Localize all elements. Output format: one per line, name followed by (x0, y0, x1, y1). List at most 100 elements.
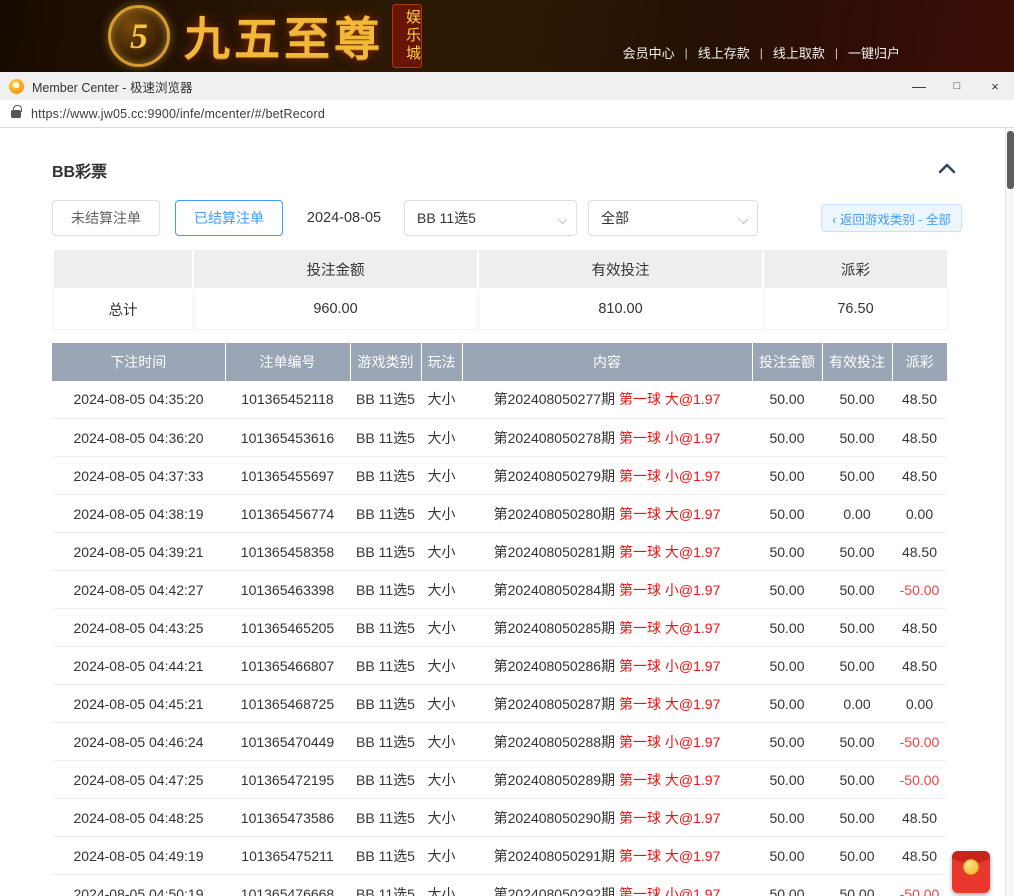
cell-game: BB 11选5 (350, 837, 421, 875)
period-text: 第202408050292期 (494, 886, 615, 896)
cell-order_id: 101365472195 (225, 761, 350, 799)
table-row: 2024-08-05 04:46:24101365470449BB 11选5大小… (52, 723, 947, 761)
cell-valid: 50.00 (822, 723, 892, 761)
cell-valid: 50.00 (822, 571, 892, 609)
cell-play: 大小 (421, 875, 462, 896)
screen: 5 九五至尊 娱乐城 会员中心 | 线上存款 | 线上取款 | 一键归户 Mem… (0, 0, 1014, 896)
cell-play: 大小 (421, 571, 462, 609)
cell-play: 大小 (421, 495, 462, 533)
cell-payout: 48.50 (892, 419, 947, 457)
cell-bet: 50.00 (752, 419, 822, 457)
cell-payout: -50.00 (892, 761, 947, 799)
collapse-chevron-up-icon[interactable] (932, 159, 962, 181)
nav-online-withdraw[interactable]: 线上取款 (773, 43, 825, 62)
summary-header-bet: 投注金额 (193, 249, 478, 289)
period-text: 第202408050285期 (494, 620, 615, 636)
back-to-category-button[interactable]: ‹ 返回游戏类别 - 全部 (821, 204, 962, 232)
browser-urlbar[interactable]: https://www.jw05.cc:9900/infe/mcenter/#/… (0, 100, 1014, 128)
cell-order_id: 101365456774 (225, 495, 350, 533)
table-row: 2024-08-05 04:44:21101365466807BB 11选5大小… (52, 647, 947, 685)
cell-game: BB 11选5 (350, 875, 421, 896)
red-envelope-icon[interactable] (952, 851, 990, 893)
cell-order_id: 101365473586 (225, 799, 350, 837)
summary-total-label: 总计 (53, 289, 193, 329)
period-text: 第202408050288期 (494, 734, 615, 750)
logo-badge: 娱乐城 (392, 4, 422, 68)
cell-game: BB 11选5 (350, 533, 421, 571)
cell-play: 大小 (421, 685, 462, 723)
cell-bet: 50.00 (752, 533, 822, 571)
cell-play: 大小 (421, 419, 462, 457)
panel-title: BB彩票 (52, 158, 107, 182)
column-header: 有效投注 (822, 343, 892, 381)
pick-text: 第一球 大@1.97 (619, 506, 720, 522)
url-text[interactable]: https://www.jw05.cc:9900/infe/mcenter/#/… (31, 107, 325, 121)
cell-valid: 50.00 (822, 647, 892, 685)
nav-separator: | (835, 46, 838, 60)
cell-valid: 50.00 (822, 837, 892, 875)
table-row: 2024-08-05 04:42:27101365463398BB 11选5大小… (52, 571, 947, 609)
table-row: 2024-08-05 04:45:21101365468725BB 11选5大小… (52, 685, 947, 723)
cell-time: 2024-08-05 04:37:33 (52, 457, 225, 495)
cell-bet: 50.00 (752, 875, 822, 896)
cell-time: 2024-08-05 04:43:25 (52, 609, 225, 647)
cell-time: 2024-08-05 04:48:25 (52, 799, 225, 837)
pick-text: 第一球 小@1.97 (619, 468, 720, 484)
cell-valid: 50.00 (822, 799, 892, 837)
cell-time: 2024-08-05 04:44:21 (52, 647, 225, 685)
cell-valid: 50.00 (822, 381, 892, 419)
period-text: 第202408050280期 (494, 506, 615, 522)
table-row: 2024-08-05 04:47:25101365472195BB 11选5大小… (52, 761, 947, 799)
date-picker[interactable]: 2024-08-05 (299, 210, 389, 226)
nav-separator: | (685, 46, 688, 60)
site-logo: 5 九五至尊 娱乐城 (108, 3, 422, 69)
scrollbar-track[interactable] (1005, 128, 1014, 896)
cell-bet: 50.00 (752, 495, 822, 533)
table-row: 2024-08-05 04:49:19101365475211BB 11选5大小… (52, 837, 947, 875)
scrollbar-thumb[interactable] (1007, 131, 1014, 189)
scope-select[interactable]: 全部 (588, 200, 758, 236)
cell-content: 第202408050287期第一球 大@1.97 (462, 685, 752, 723)
game-select[interactable]: BB 11选5 (404, 200, 577, 236)
cell-payout: 0.00 (892, 495, 947, 533)
nav-online-deposit[interactable]: 线上存款 (698, 43, 750, 62)
period-text: 第202408050281期 (494, 544, 615, 560)
cell-game: BB 11选5 (350, 571, 421, 609)
cell-bet: 50.00 (752, 799, 822, 837)
cell-bet: 50.00 (752, 723, 822, 761)
unsettled-bets-button[interactable]: 未结算注单 (52, 200, 160, 236)
filter-bar: 未结算注单 已结算注单 2024-08-05 BB 11选5 全部 ‹ 返回游戏… (52, 200, 962, 236)
cell-order_id: 101365458358 (225, 533, 350, 571)
summary-total-row: 总计 960.00 810.00 76.50 (53, 289, 948, 329)
nav-one-key-transfer[interactable]: 一键归户 (848, 43, 900, 62)
logo-symbol: 5 (130, 15, 148, 57)
maximize-button[interactable]: □ (938, 72, 976, 100)
cell-bet: 50.00 (752, 571, 822, 609)
cell-order_id: 101365463398 (225, 571, 350, 609)
pick-text: 第一球 小@1.97 (619, 582, 720, 598)
chevron-down-icon (557, 214, 567, 224)
table-row: 2024-08-05 04:43:25101365465205BB 11选5大小… (52, 609, 947, 647)
pick-text: 第一球 大@1.97 (619, 848, 720, 864)
cell-content: 第202408050292期第一球 小@1.97 (462, 875, 752, 896)
bet-table-header-row: 下注时间注单编号游戏类别玩法内容投注金额有效投注派彩 (52, 343, 947, 381)
cell-content: 第202408050285期第一球 大@1.97 (462, 609, 752, 647)
column-header: 注单编号 (225, 343, 350, 381)
cell-time: 2024-08-05 04:38:19 (52, 495, 225, 533)
column-header: 派彩 (892, 343, 947, 381)
period-text: 第202408050278期 (494, 430, 615, 446)
minimize-button[interactable]: — (900, 72, 938, 100)
cell-bet: 50.00 (752, 837, 822, 875)
bet-table: 下注时间注单编号游戏类别玩法内容投注金额有效投注派彩 2024-08-05 04… (52, 343, 947, 896)
close-button[interactable]: × (976, 72, 1014, 100)
cell-time: 2024-08-05 04:39:21 (52, 533, 225, 571)
cell-valid: 50.00 (822, 761, 892, 799)
cell-time: 2024-08-05 04:36:20 (52, 419, 225, 457)
nav-member-center[interactable]: 会员中心 (623, 43, 675, 62)
column-header: 玩法 (421, 343, 462, 381)
cell-content: 第202408050284期第一球 小@1.97 (462, 571, 752, 609)
cell-payout: 48.50 (892, 533, 947, 571)
settled-bets-button[interactable]: 已结算注单 (175, 200, 283, 236)
browser-tab-title: Member Center - 极速浏览器 (32, 77, 192, 96)
summary-table: 投注金额 有效投注 派彩 总计 960.00 810.00 76.50 (52, 248, 949, 330)
